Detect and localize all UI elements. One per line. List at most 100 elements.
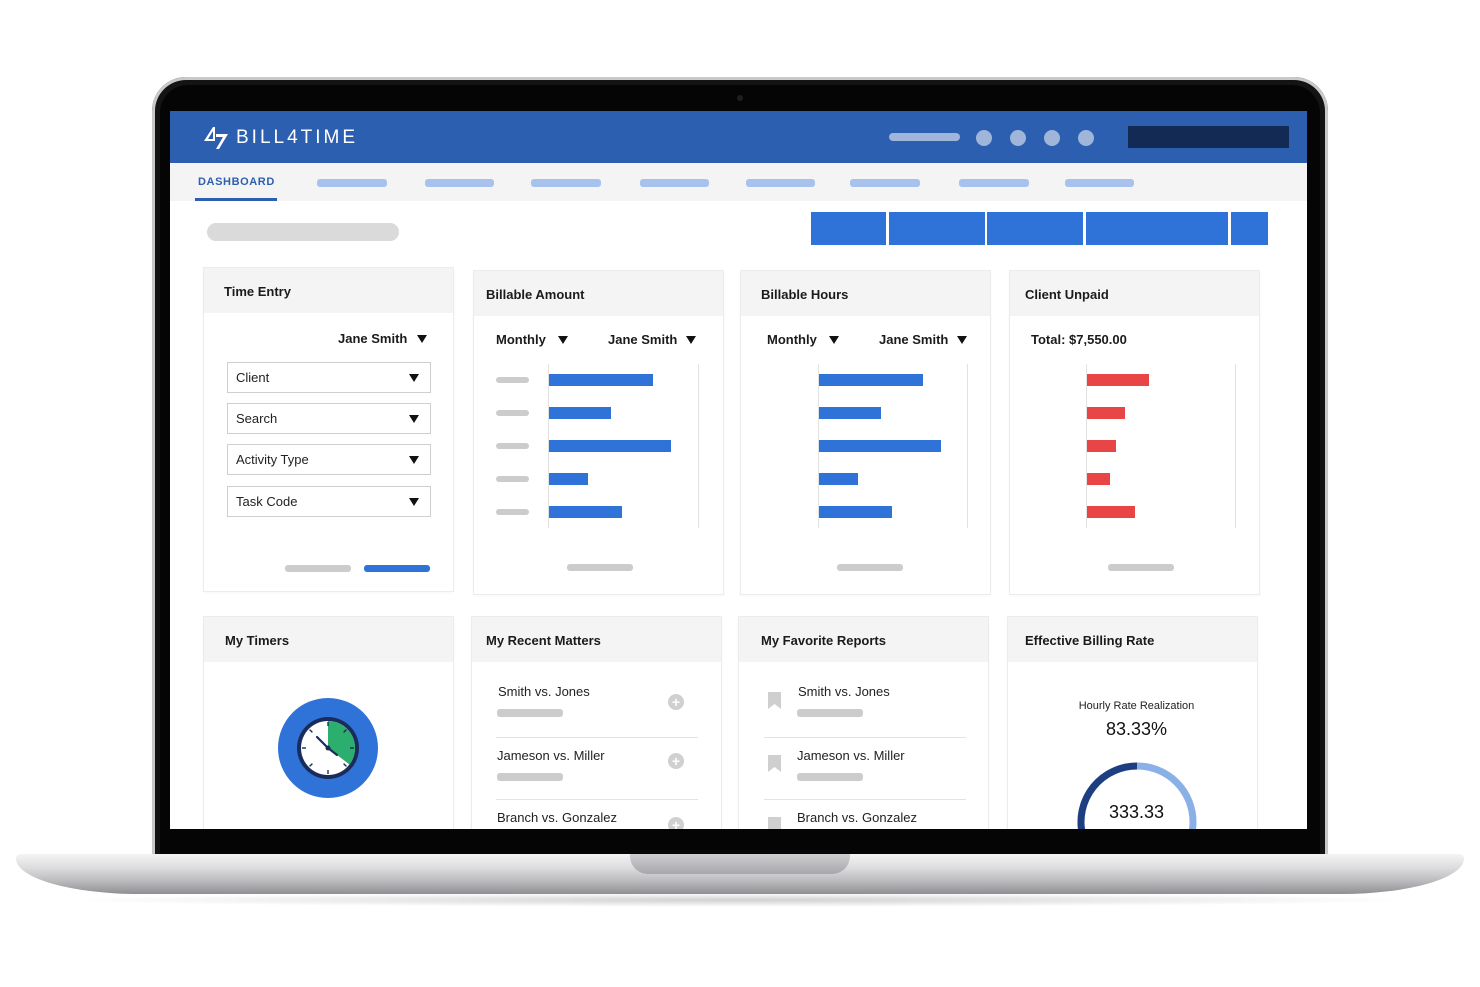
- tab-8[interactable]: [959, 179, 1029, 187]
- tab-6[interactable]: [746, 179, 815, 187]
- plus-circle-icon[interactable]: +: [668, 694, 684, 710]
- user-selector[interactable]: Jane Smith: [338, 331, 407, 346]
- dropdown-arrow-icon: [409, 456, 419, 464]
- client-dropdown[interactable]: Client: [227, 362, 431, 393]
- action-button-1[interactable]: [811, 212, 886, 245]
- tab-7[interactable]: [850, 179, 920, 187]
- top-bar-icon-3[interactable]: [1044, 130, 1060, 146]
- chart-bar[interactable]: [819, 407, 881, 419]
- card-recent-matters: My Recent Matters Smith vs. Jones + Jame…: [472, 617, 721, 829]
- top-bar-icon-2[interactable]: [1010, 130, 1026, 146]
- card-favorite-reports: My Favorite Reports Smith vs. Jones Jame…: [739, 617, 988, 829]
- tab-4[interactable]: [531, 179, 601, 187]
- page-title: [207, 223, 399, 241]
- top-bar-link[interactable]: [889, 133, 960, 141]
- app-name: BILL4TIME: [236, 127, 359, 148]
- card-title: My Timers: [225, 633, 290, 648]
- chart-footer: [837, 564, 903, 571]
- chart-footer: [1108, 564, 1174, 571]
- card-header: My Timers: [204, 617, 453, 662]
- chart-bar[interactable]: [819, 440, 941, 452]
- gauge-value: 333.33: [1108, 802, 1165, 822]
- report-detail: [797, 773, 863, 781]
- tab-9[interactable]: [1065, 179, 1134, 187]
- top-bar-icon-4[interactable]: [1078, 130, 1094, 146]
- card-header: My Favorite Reports: [739, 617, 988, 662]
- gauge-subtitle: Hourly Rate Realization: [1078, 700, 1195, 712]
- list-item[interactable]: Branch vs. Gonzalez: [764, 808, 974, 829]
- tab-active-indicator: [195, 198, 277, 201]
- save-button[interactable]: [364, 565, 430, 572]
- chart-bar[interactable]: [549, 473, 588, 485]
- clock-icon[interactable]: [277, 697, 379, 799]
- tab-5[interactable]: [640, 179, 709, 187]
- chart-footer: [567, 564, 633, 571]
- report-detail: [797, 709, 863, 717]
- list-item[interactable]: Jameson vs. Miller: [764, 746, 974, 798]
- chart-bar[interactable]: [549, 506, 622, 518]
- plus-circle-icon[interactable]: +: [668, 817, 684, 829]
- top-bar: BILL4TIME: [170, 111, 1307, 163]
- chart-bar[interactable]: [1087, 407, 1125, 419]
- chart-bar[interactable]: [549, 374, 653, 386]
- chart-bar[interactable]: [819, 374, 923, 386]
- bookmark-icon[interactable]: [768, 817, 781, 829]
- list-item[interactable]: Branch vs. Gonzalez +: [496, 808, 706, 829]
- top-bar-icon-1[interactable]: [976, 130, 992, 146]
- action-button-3[interactable]: [987, 212, 1083, 245]
- logo-mark-icon[interactable]: [202, 124, 230, 150]
- card-my-timers: My Timers: [204, 617, 453, 829]
- action-button-2[interactable]: [889, 212, 985, 245]
- chart-bar[interactable]: [1087, 374, 1149, 386]
- report-name: Branch vs. Gonzalez: [797, 810, 917, 825]
- matter-name: Smith vs. Jones: [498, 684, 590, 699]
- matter-detail: [497, 709, 563, 717]
- tab-dashboard[interactable]: DASHBOARD: [198, 176, 275, 188]
- list-item[interactable]: Jameson vs. Miller +: [496, 746, 706, 798]
- category-label: [496, 509, 529, 515]
- chart-bar[interactable]: [1087, 506, 1135, 518]
- bookmark-icon[interactable]: [768, 692, 781, 709]
- dropdown-label: Activity Type: [236, 452, 309, 467]
- activity-type-dropdown[interactable]: Activity Type: [227, 444, 431, 475]
- chart-bar[interactable]: [1087, 473, 1110, 485]
- chart-axis-line: [698, 364, 699, 528]
- card-billable-amount: Billable Amount Monthly Jane Smith: [474, 271, 723, 594]
- divider: [496, 799, 698, 800]
- action-button-5[interactable]: [1231, 212, 1268, 245]
- tab-3[interactable]: [425, 179, 494, 187]
- dropdown-arrow-icon[interactable]: [417, 335, 427, 343]
- chart-bar[interactable]: [1087, 440, 1116, 452]
- card-header: My Recent Matters: [472, 617, 721, 662]
- cancel-button[interactable]: [285, 565, 351, 572]
- card-time-entry: Time Entry Jane Smith Client Search Acti…: [204, 268, 453, 591]
- bar-chart: [1010, 271, 1259, 594]
- divider: [764, 799, 966, 800]
- list-item[interactable]: Smith vs. Jones +: [496, 682, 706, 734]
- dropdown-arrow-icon: [409, 374, 419, 382]
- dropdown-label: Task Code: [236, 494, 298, 509]
- matter-name: Branch vs. Gonzalez: [497, 810, 617, 825]
- search-dropdown[interactable]: Search: [227, 403, 431, 434]
- category-label: [496, 476, 529, 482]
- chart-bar[interactable]: [819, 506, 892, 518]
- task-code-dropdown[interactable]: Task Code: [227, 486, 431, 517]
- list-item[interactable]: Smith vs. Jones: [764, 682, 974, 734]
- plus-circle-icon[interactable]: +: [668, 753, 684, 769]
- bar-chart: [474, 271, 723, 594]
- bookmark-icon[interactable]: [768, 755, 781, 772]
- chart-bar[interactable]: [549, 407, 611, 419]
- dropdown-arrow-icon: [409, 498, 419, 506]
- gauge-percent: 83.33%: [1105, 719, 1168, 739]
- card-title: Time Entry: [224, 284, 291, 299]
- dropdown-label: Client: [236, 370, 270, 385]
- chart-bar[interactable]: [819, 473, 858, 485]
- card-title: Effective Billing Rate: [1025, 633, 1155, 648]
- camera-icon: [737, 95, 743, 101]
- search-input[interactable]: [1128, 126, 1289, 148]
- category-label: [496, 410, 529, 416]
- chart-bar[interactable]: [549, 440, 671, 452]
- nav-bar: DASHBOARD: [170, 163, 1307, 201]
- tab-2[interactable]: [317, 179, 387, 187]
- action-button-4[interactable]: [1086, 212, 1228, 245]
